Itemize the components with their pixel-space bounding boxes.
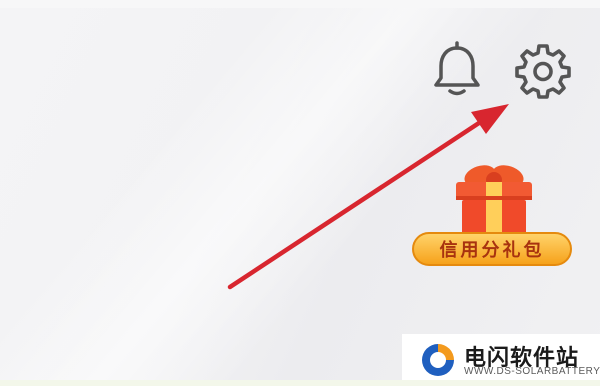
gift-pack-label: 信用分礼包	[412, 232, 572, 266]
top-strip	[0, 0, 600, 8]
bell-icon	[434, 41, 480, 96]
bottom-divider	[0, 380, 600, 386]
gear-icon	[515, 44, 571, 99]
credit-gift-pack[interactable]: 信用分礼包	[408, 156, 578, 274]
notifications-button[interactable]	[432, 40, 482, 100]
watermark-logo-icon	[422, 344, 454, 376]
site-watermark: 电闪软件站 WWW.DS-SOLARBATTERY.COM	[402, 334, 600, 386]
settings-button[interactable]	[512, 40, 574, 102]
watermark-subtitle: WWW.DS-SOLARBATTERY.COM	[464, 366, 600, 377]
app-screen: 信用分礼包 电闪软件站 WWW.DS-SOLARBATTERY.COM	[0, 0, 600, 386]
